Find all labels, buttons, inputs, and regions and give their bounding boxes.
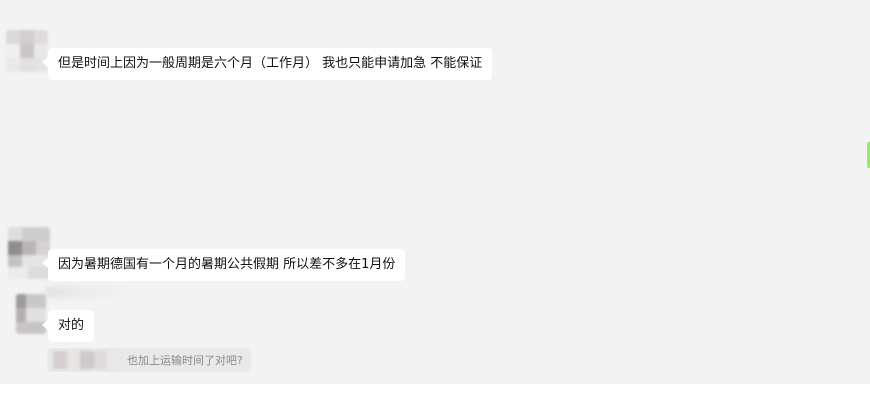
quote-sender-avatar [53, 351, 121, 369]
quoted-message[interactable]: 也加上运输时间了对吧? [47, 348, 251, 372]
avatar[interactable] [8, 227, 50, 279]
sender-name [46, 286, 120, 298]
message-bubble[interactable]: 对的 [48, 310, 95, 342]
quote-text: 也加上运输时间了对吧? [127, 354, 243, 367]
input-area-edge [0, 384, 870, 406]
chat-panel: 但是时间上因为一般周期是六个月（工作月） 我也只能申请加急 不能保证 因为暑期德… [0, 0, 870, 384]
message-bubble[interactable]: 因为暑期德国有一个月的暑期公共假期 所以差不多在1月份 [48, 249, 406, 281]
message-bubble[interactable]: 但是时间上因为一般周期是六个月（工作月） 我也只能申请加急 不能保证 [48, 48, 493, 80]
